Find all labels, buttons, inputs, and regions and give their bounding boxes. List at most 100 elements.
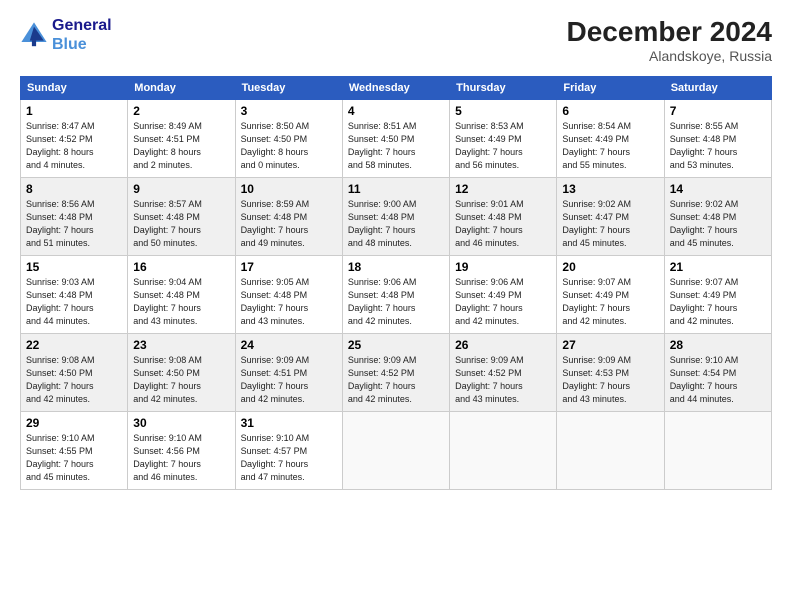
day-cell-11: 11 Sunrise: 9:00 AMSunset: 4:48 PMDayligh… (342, 178, 449, 256)
day-info: Sunrise: 8:56 AMSunset: 4:48 PMDaylight:… (26, 198, 122, 250)
day-info: Sunrise: 8:57 AMSunset: 4:48 PMDaylight:… (133, 198, 229, 250)
day-info: Sunrise: 9:09 AMSunset: 4:53 PMDaylight:… (562, 354, 658, 406)
day-number: 15 (26, 260, 122, 274)
day-number: 7 (670, 104, 766, 118)
day-cell-4: 4Sunrise: 8:51 AMSunset: 4:50 PMDaylight… (342, 100, 449, 178)
day-info: Sunrise: 8:54 AMSunset: 4:49 PMDaylight:… (562, 120, 658, 172)
week-row-4: 22 Sunrise: 9:08 AMSunset: 4:50 PMDayligh… (21, 334, 772, 412)
day-info: Sunrise: 9:09 AMSunset: 4:52 PMDaylight:… (348, 354, 444, 406)
day-cell-23: 23Sunrise: 9:08 AMSunset: 4:50 PMDayligh… (128, 334, 235, 412)
day-info: Sunrise: 8:49 AMSunset: 4:51 PMDaylight:… (133, 120, 229, 172)
day-info: Sunrise: 9:10 AMSunset: 4:56 PMDaylight:… (133, 432, 229, 484)
day-cell-1: 1Sunrise: 8:47 AMSunset: 4:52 PMDaylight… (21, 100, 128, 178)
day-number: 21 (670, 260, 766, 274)
day-number: 22 (26, 338, 122, 352)
day-cell-24: 24 Sunrise: 9:09 AMSunset: 4:51 PMDayligh… (235, 334, 342, 412)
day-cell-25: 25Sunrise: 9:09 AMSunset: 4:52 PMDayligh… (342, 334, 449, 412)
day-cell-8: 8 Sunrise: 8:56 AMSunset: 4:48 PMDaylight… (21, 178, 128, 256)
day-info: Sunrise: 8:53 AMSunset: 4:49 PMDaylight:… (455, 120, 551, 172)
day-number: 29 (26, 416, 122, 430)
week-row-5: 29 Sunrise: 9:10 AMSunset: 4:55 PMDayligh… (21, 412, 772, 490)
weekday-friday: Friday (557, 77, 664, 100)
day-info: Sunrise: 8:47 AMSunset: 4:52 PMDaylight:… (26, 120, 122, 172)
day-number: 26 (455, 338, 551, 352)
day-info: Sunrise: 9:09 AMSunset: 4:52 PMDaylight:… (455, 354, 551, 406)
day-info: Sunrise: 9:08 AMSunset: 4:50 PMDaylight:… (26, 354, 122, 406)
day-cell-18: 18 Sunrise: 9:06 AMSunset: 4:48 PMDayligh… (342, 256, 449, 334)
day-cell-13: 13Sunrise: 9:02 AMSunset: 4:47 PMDayligh… (557, 178, 664, 256)
day-number: 27 (562, 338, 658, 352)
day-cell-22: 22 Sunrise: 9:08 AMSunset: 4:50 PMDayligh… (21, 334, 128, 412)
weekday-sunday: Sunday (21, 77, 128, 100)
header: General Blue December 2024 Alandskoye, R… (20, 16, 772, 64)
day-info: Sunrise: 9:04 AMSunset: 4:48 PMDaylight:… (133, 276, 229, 328)
day-info: Sunrise: 9:05 AMSunset: 4:48 PMDaylight:… (241, 276, 337, 328)
week-row-3: 15 Sunrise: 9:03 AMSunset: 4:48 PMDayligh… (21, 256, 772, 334)
empty-cell (557, 412, 664, 490)
day-info: Sunrise: 9:00 AMSunset: 4:48 PMDaylight:… (348, 198, 444, 250)
day-number: 28 (670, 338, 766, 352)
day-info: Sunrise: 9:10 AMSunset: 4:57 PMDaylight:… (241, 432, 337, 484)
logo-icon (20, 21, 48, 49)
day-number: 6 (562, 104, 658, 118)
day-info: Sunrise: 9:10 AMSunset: 4:55 PMDaylight:… (26, 432, 122, 484)
day-info: Sunrise: 9:06 AMSunset: 4:48 PMDaylight:… (348, 276, 444, 328)
day-number: 3 (241, 104, 337, 118)
location: Alandskoye, Russia (567, 48, 772, 64)
day-cell-12: 12 Sunrise: 9:01 AMSunset: 4:48 PMDayligh… (450, 178, 557, 256)
day-number: 16 (133, 260, 229, 274)
day-info: Sunrise: 8:55 AMSunset: 4:48 PMDaylight:… (670, 120, 766, 172)
day-info: Sunrise: 9:01 AMSunset: 4:48 PMDaylight:… (455, 198, 551, 250)
day-cell-10: 10Sunrise: 8:59 AMSunset: 4:48 PMDayligh… (235, 178, 342, 256)
day-cell-3: 3Sunrise: 8:50 AMSunset: 4:50 PMDaylight… (235, 100, 342, 178)
day-number: 31 (241, 416, 337, 430)
day-info: Sunrise: 9:08 AMSunset: 4:50 PMDaylight:… (133, 354, 229, 406)
day-cell-17: 17 Sunrise: 9:05 AMSunset: 4:48 PMDayligh… (235, 256, 342, 334)
day-info: Sunrise: 8:59 AMSunset: 4:48 PMDaylight:… (241, 198, 337, 250)
weekday-tuesday: Tuesday (235, 77, 342, 100)
day-info: Sunrise: 9:02 AMSunset: 4:48 PMDaylight:… (670, 198, 766, 250)
day-cell-27: 27 Sunrise: 9:09 AMSunset: 4:53 PMDayligh… (557, 334, 664, 412)
day-number: 17 (241, 260, 337, 274)
day-cell-7: 7 Sunrise: 8:55 AMSunset: 4:48 PMDaylight… (664, 100, 771, 178)
day-number: 30 (133, 416, 229, 430)
day-info: Sunrise: 9:09 AMSunset: 4:51 PMDaylight:… (241, 354, 337, 406)
day-number: 19 (455, 260, 551, 274)
empty-cell (450, 412, 557, 490)
month-title: December 2024 (567, 16, 772, 48)
title-block: December 2024 Alandskoye, Russia (567, 16, 772, 64)
day-number: 12 (455, 182, 551, 196)
weekday-monday: Monday (128, 77, 235, 100)
day-info: Sunrise: 8:51 AMSunset: 4:50 PMDaylight:… (348, 120, 444, 172)
day-info: Sunrise: 9:07 AMSunset: 4:49 PMDaylight:… (670, 276, 766, 328)
day-number: 18 (348, 260, 444, 274)
day-number: 11 (348, 182, 444, 196)
day-cell-20: 20 Sunrise: 9:07 AMSunset: 4:49 PMDayligh… (557, 256, 664, 334)
calendar-table: SundayMondayTuesdayWednesdayThursdayFrid… (20, 76, 772, 490)
day-info: Sunrise: 9:10 AMSunset: 4:54 PMDaylight:… (670, 354, 766, 406)
day-number: 20 (562, 260, 658, 274)
day-cell-2: 2 Sunrise: 8:49 AMSunset: 4:51 PMDaylight… (128, 100, 235, 178)
day-info: Sunrise: 9:07 AMSunset: 4:49 PMDaylight:… (562, 276, 658, 328)
logo-text: General Blue (52, 16, 112, 54)
weekday-thursday: Thursday (450, 77, 557, 100)
day-cell-28: 28 Sunrise: 9:10 AMSunset: 4:54 PMDayligh… (664, 334, 771, 412)
day-number: 8 (26, 182, 122, 196)
day-cell-5: 5 Sunrise: 8:53 AMSunset: 4:49 PMDaylight… (450, 100, 557, 178)
day-cell-31: 31 Sunrise: 9:10 AMSunset: 4:57 PMDayligh… (235, 412, 342, 490)
day-number: 24 (241, 338, 337, 352)
day-cell-9: 9 Sunrise: 8:57 AMSunset: 4:48 PMDaylight… (128, 178, 235, 256)
page: General Blue December 2024 Alandskoye, R… (0, 0, 792, 612)
empty-cell (342, 412, 449, 490)
day-number: 2 (133, 104, 229, 118)
day-number: 9 (133, 182, 229, 196)
empty-cell (664, 412, 771, 490)
day-info: Sunrise: 9:03 AMSunset: 4:48 PMDaylight:… (26, 276, 122, 328)
week-row-2: 8 Sunrise: 8:56 AMSunset: 4:48 PMDaylight… (21, 178, 772, 256)
day-number: 5 (455, 104, 551, 118)
day-info: Sunrise: 9:02 AMSunset: 4:47 PMDaylight:… (562, 198, 658, 250)
day-number: 14 (670, 182, 766, 196)
day-cell-19: 19Sunrise: 9:06 AMSunset: 4:49 PMDayligh… (450, 256, 557, 334)
week-row-1: 1Sunrise: 8:47 AMSunset: 4:52 PMDaylight… (21, 100, 772, 178)
day-cell-15: 15 Sunrise: 9:03 AMSunset: 4:48 PMDayligh… (21, 256, 128, 334)
